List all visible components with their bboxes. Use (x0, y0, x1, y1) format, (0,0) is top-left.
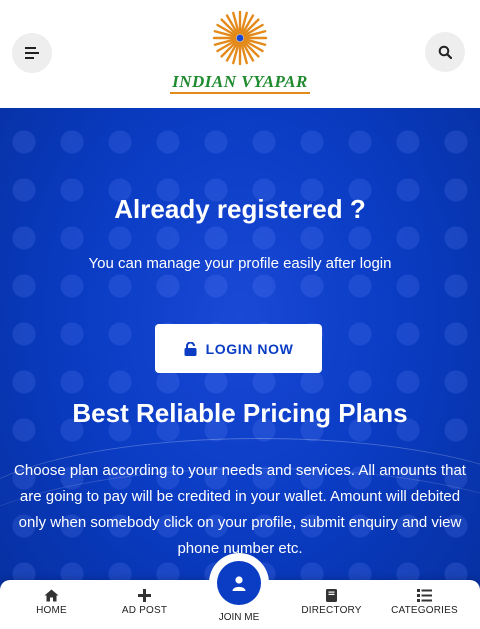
nav-categories-label: CATEGORIES (391, 605, 458, 616)
login-now-button[interactable]: LOGIN NOW (155, 324, 322, 373)
nav-home[interactable]: HOME (5, 580, 98, 629)
hero-section: Already registered ? You can manage your… (0, 108, 480, 629)
pricing-title: Best Reliable Pricing Plans (72, 398, 408, 428)
list-icon (417, 589, 432, 602)
lock-icon (184, 341, 197, 356)
logo-underline (170, 92, 310, 94)
menu-icon (25, 47, 39, 59)
nav-home-label: HOME (36, 605, 67, 616)
login-now-label: LOGIN NOW (205, 340, 294, 357)
nav-directory[interactable]: DIRECTORY (285, 580, 378, 629)
user-icon (232, 575, 246, 591)
join-me-button[interactable] (209, 553, 269, 613)
menu-button[interactable] (12, 33, 52, 73)
plus-icon (138, 589, 151, 602)
registered-title: Already registered ? (114, 194, 366, 224)
app-header: INDIAN VYAPAR (0, 0, 480, 108)
pricing-description: Choose plan according to your needs and … (14, 462, 466, 557)
nav-ad-post-label: AD POST (121, 605, 168, 616)
home-icon (44, 589, 59, 602)
registered-subtitle: You can manage your profile easily after… (88, 255, 392, 272)
search-icon (438, 45, 452, 59)
logo-text: INDIAN VYAPAR (172, 72, 308, 91)
book-icon (326, 589, 337, 602)
nav-ad-post[interactable]: AD POST (98, 580, 191, 629)
search-button[interactable] (425, 32, 465, 72)
logo-chakra-icon (212, 10, 268, 66)
site-logo[interactable]: INDIAN VYAPAR (166, 10, 314, 96)
nav-categories[interactable]: CATEGORIES (378, 580, 471, 629)
join-me-label: JOIN ME (218, 612, 260, 623)
join-me-circle (217, 561, 261, 605)
nav-directory-label: DIRECTORY (301, 605, 362, 616)
